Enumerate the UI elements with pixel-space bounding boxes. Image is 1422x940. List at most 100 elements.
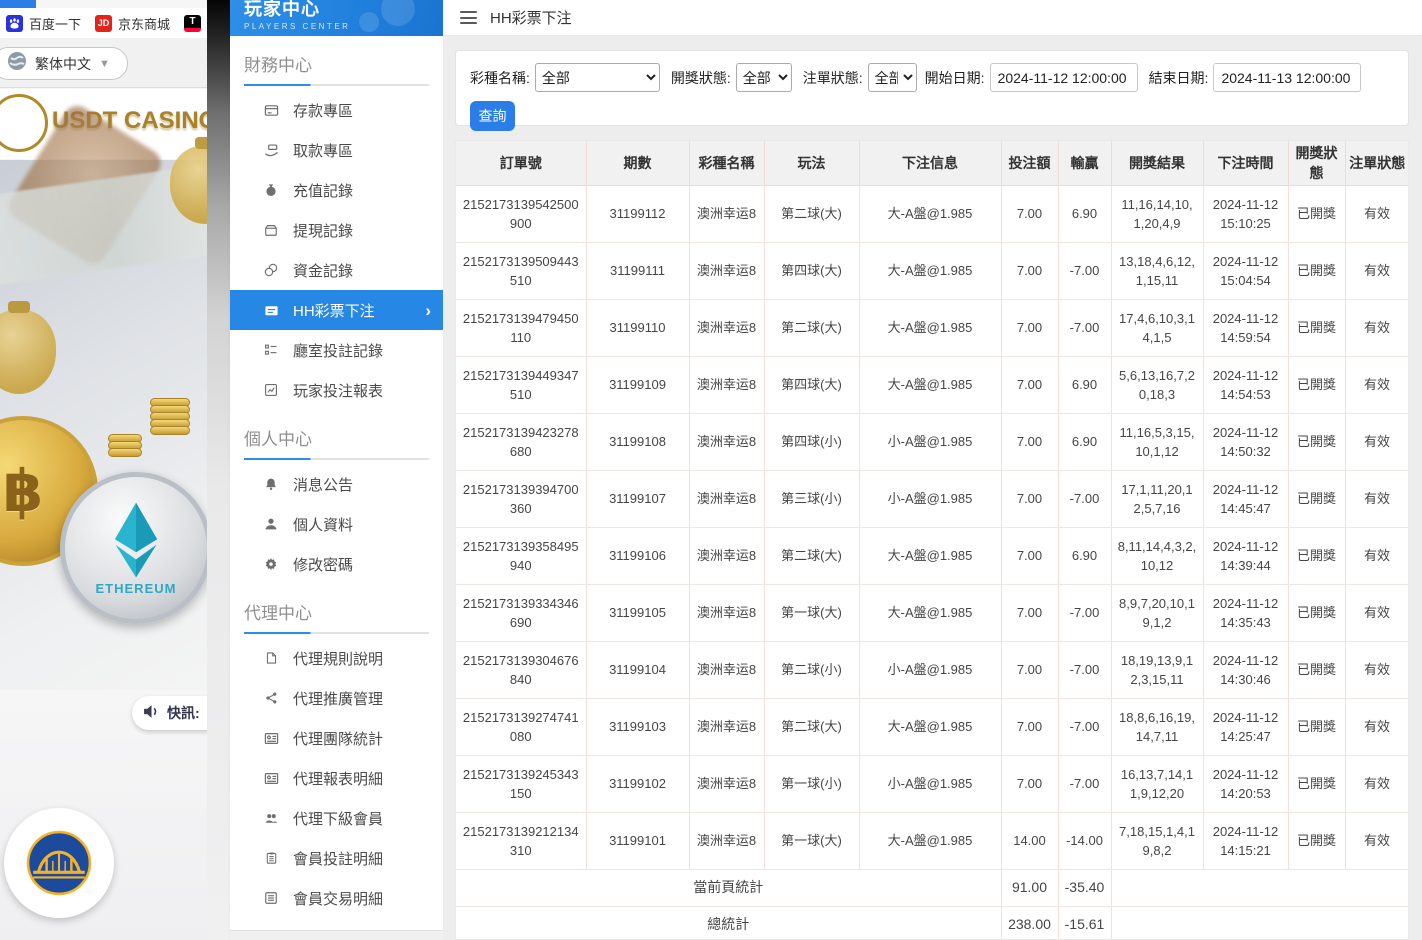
bet-cell: 澳洲幸运8 (689, 356, 764, 413)
section-underline (244, 458, 429, 460)
column-header-8: 開獎結果 (1111, 141, 1203, 185)
bet-row: 215217313954250090031199112澳洲幸运8第二球(大)大-… (456, 185, 1409, 242)
sidebar-item-recharge-record[interactable]: 充值記錄 (230, 170, 443, 210)
bet-cell: 31199110 (586, 299, 689, 356)
sidebar-item-withdraw-zone[interactable]: 取款專區 (230, 130, 443, 170)
cardlist-icon (263, 890, 279, 906)
total-summary-row: 總統計238.00-15.61 (456, 906, 1409, 940)
sidebar-item-agent-team-stats[interactable]: 代理團隊統計 (230, 718, 443, 758)
menu-icon[interactable] (460, 11, 477, 24)
bet-cell: 2152173139449347510 (456, 356, 586, 413)
bookmark-3[interactable]: T天猫 (184, 14, 207, 33)
people-icon (263, 810, 279, 826)
column-header-6: 投注額 (1001, 141, 1058, 185)
globe-icon (7, 51, 27, 76)
bet-cell: 2024-11-12 14:15:21 (1203, 812, 1288, 869)
sidebar-item-member-trade-detail[interactable]: 會員交易明細 (230, 878, 443, 918)
sidebar-item-deposit-zone[interactable]: 存款專區 (230, 90, 443, 130)
column-header-4: 玩法 (764, 141, 859, 185)
draw-status-label: 開獎狀態: (671, 68, 731, 88)
sidebar-item-label: 消息公告 (293, 474, 353, 495)
sidebar-item-label: 會員投註明細 (293, 848, 383, 869)
bet-cell: 31199109 (586, 356, 689, 413)
bet-cell: 6.90 (1058, 413, 1111, 470)
summary-empty (1111, 869, 1409, 906)
end-date-input[interactable] (1213, 63, 1361, 92)
column-header-7: 輸贏 (1058, 141, 1111, 185)
sidebar-item-hall-bet-record[interactable]: 廳室投註記錄 (230, 330, 443, 370)
sidebar-item-agent-rules[interactable]: 代理規則說明 (230, 638, 443, 678)
bet-cell: 有效 (1345, 812, 1409, 869)
bet-cell: 2152173139304676840 (456, 641, 586, 698)
sidebar-item-profile[interactable]: 個人資料 (230, 504, 443, 544)
start-date-input[interactable] (990, 63, 1138, 92)
sidebar-item-withdraw-record[interactable]: 提現記錄 (230, 210, 443, 250)
sidebar-item-funds-record[interactable]: 資金記錄 (230, 250, 443, 290)
sidebar-item-message-board[interactable]: 消息公告 (230, 464, 443, 504)
bet-cell: 大-A盤@1.985 (859, 812, 1001, 869)
bet-cell: 有效 (1345, 413, 1409, 470)
browser-tab-stub[interactable] (0, 0, 36, 8)
bet-cell: 2024-11-12 14:25:47 (1203, 698, 1288, 755)
bet-row: 215217313947945011031199110澳洲幸运8第二球(大)大-… (456, 299, 1409, 356)
language-selector[interactable]: 繁体中文 ▼ (0, 47, 128, 80)
lottery-name-label: 彩種名稱: (470, 68, 530, 88)
bet-cell: 2152173139274741080 (456, 698, 586, 755)
bet-cell: 大-A盤@1.985 (859, 242, 1001, 299)
bet-cell: 31199106 (586, 527, 689, 584)
sidebar-item-label: 會員交易明細 (293, 888, 383, 909)
bet-cell: 第二球(大) (764, 299, 859, 356)
bet-cell: 已開獎 (1288, 242, 1345, 299)
sidebar-item-hh-lottery-bets[interactable]: HH彩票下注› (230, 290, 443, 330)
person-icon (263, 516, 279, 532)
bet-row: 215217313930467684031199104澳洲幸运8第二球(小)小-… (456, 641, 1409, 698)
sidebar-menu: 財務中心存款專區取款專區充值記錄提現記錄資金記錄HH彩票下注›廳室投註記錄玩家投… (230, 51, 443, 918)
sidebar-item-change-password[interactable]: 修改密碼 (230, 544, 443, 584)
bet-cell: 第四球(小) (764, 413, 859, 470)
bet-cell: -7.00 (1058, 641, 1111, 698)
bet-cell: 第二球(大) (764, 527, 859, 584)
bets-table-card: 訂單號期數彩種名稱玩法下注信息投注額輸贏開獎結果下注時間開獎狀態注單狀態 215… (455, 140, 1409, 940)
bookmark-1[interactable]: 百度一下 (6, 14, 81, 33)
bookmark-label: 京东商城 (118, 14, 170, 33)
sidebar-item-agent-promotion[interactable]: 代理推廣管理 (230, 678, 443, 718)
summary-bet-total: 238.00 (1001, 906, 1058, 940)
bet-cell: 有效 (1345, 242, 1409, 299)
sidebar-item-member-bet-detail[interactable]: 會員投註明細 (230, 838, 443, 878)
coin-stack-decoration (150, 400, 190, 435)
document-icon (263, 650, 279, 666)
sidebar-item-label: 代理團隊統計 (293, 728, 383, 749)
query-button[interactable]: 查詢 (470, 101, 515, 131)
section-underline (244, 84, 429, 86)
bet-cell: 澳洲幸运8 (689, 698, 764, 755)
table-header-row: 訂單號期數彩種名稱玩法下注信息投注額輸贏開獎結果下注時間開獎狀態注單狀態 (456, 141, 1409, 185)
sidebar-item-label: 廳室投註記錄 (293, 340, 383, 361)
bet-cell: 第一球(小) (764, 755, 859, 812)
sidebar-item-player-bet-report[interactable]: 玩家投注報表 (230, 370, 443, 410)
bet-cell: 2024-11-12 15:10:25 (1203, 185, 1288, 242)
bet-cell: -7.00 (1058, 755, 1111, 812)
bet-cell: 7.00 (1001, 584, 1058, 641)
bet-cell: 18,8,6,16,19,14,7,11 (1111, 698, 1203, 755)
bookmark-2[interactable]: JD京东商城 (95, 14, 170, 33)
bet-cell: 小-A盤@1.985 (859, 413, 1001, 470)
lottery-select[interactable]: 全部 (535, 63, 660, 92)
sidebar: 玩家中心 PLAYERS CENTER 財務中心存款專區取款專區充值記錄提現記錄… (230, 0, 443, 940)
bet-cell: 大-A盤@1.985 (859, 698, 1001, 755)
sidebar-item-agent-sub-members[interactable]: 代理下級會員 (230, 798, 443, 838)
filter-panel: 彩種名稱: 全部 開獎狀態: 全部 注單狀態: 全部 開始日期: 結束日期: 查… (455, 50, 1409, 126)
bet-cell: 2152173139245343150 (456, 755, 586, 812)
news-ticker[interactable]: 快訊: (132, 696, 207, 730)
bet-cell: 2024-11-12 14:30:46 (1203, 641, 1288, 698)
sidebar-item-agent-report-detail[interactable]: 代理報表明細 (230, 758, 443, 798)
bet-cell: 大-A盤@1.985 (859, 584, 1001, 641)
bet-cell: 6.90 (1058, 185, 1111, 242)
bet-cell: -14.00 (1058, 812, 1111, 869)
draw-status-select[interactable]: 全部 (736, 63, 792, 92)
order-status-select[interactable]: 全部 (868, 63, 917, 92)
promo-image: ฿ ETHEREUM (0, 160, 207, 690)
end-date-label: 結束日期: (1149, 68, 1209, 88)
bet-cell: 已開獎 (1288, 185, 1345, 242)
ethereum-diamond-icon (110, 501, 162, 579)
bet-row: 215217313933434669031199105澳洲幸运8第一球(大)大-… (456, 584, 1409, 641)
